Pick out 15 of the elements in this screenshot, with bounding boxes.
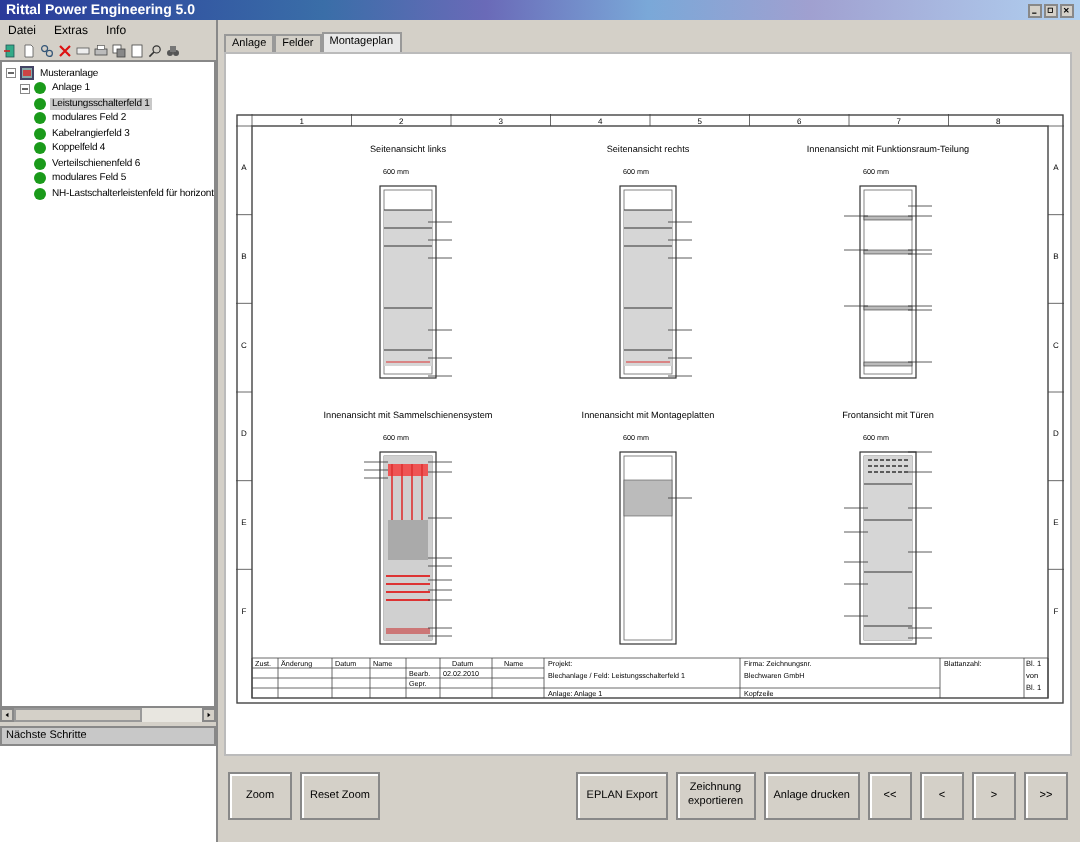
link-icon[interactable] bbox=[40, 44, 54, 58]
plant-icon bbox=[20, 66, 34, 81]
scroll-left-icon[interactable] bbox=[0, 708, 14, 722]
scroll-right-icon[interactable] bbox=[202, 708, 216, 722]
print-icon[interactable] bbox=[94, 44, 108, 58]
collapse-icon[interactable] bbox=[20, 83, 30, 94]
collapse-icon[interactable] bbox=[6, 68, 16, 79]
exit-icon[interactable] bbox=[4, 44, 18, 58]
copy-icon[interactable] bbox=[112, 44, 126, 58]
restore-icon[interactable] bbox=[1044, 3, 1058, 17]
search-icon[interactable] bbox=[148, 44, 162, 58]
delete-icon[interactable] bbox=[58, 44, 72, 58]
scrollbar-thumb[interactable] bbox=[14, 708, 142, 722]
binoculars-icon[interactable] bbox=[166, 44, 180, 58]
close-icon[interactable] bbox=[1060, 3, 1074, 17]
